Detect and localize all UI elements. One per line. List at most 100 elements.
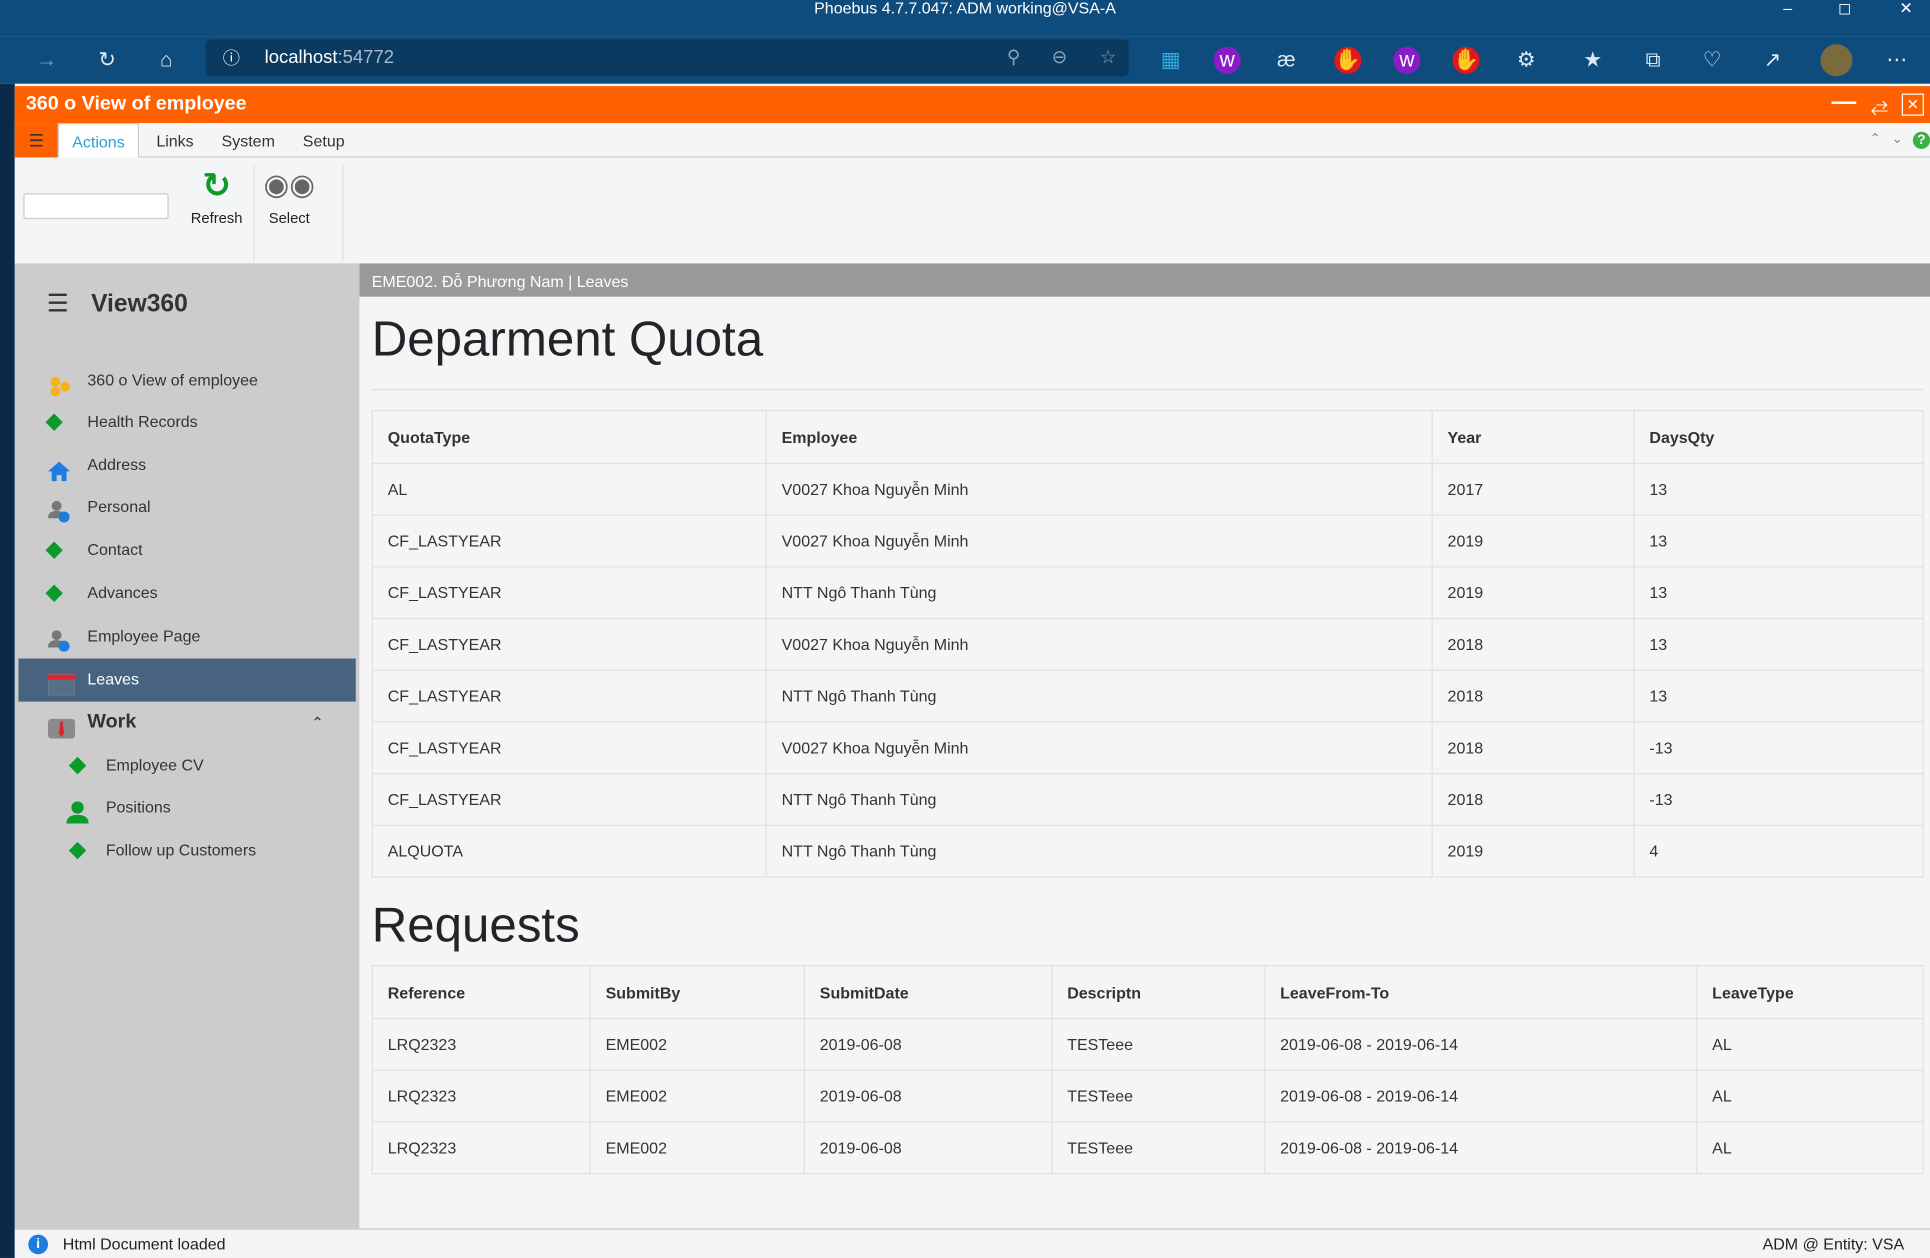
table-cell: ALQUOTA bbox=[371, 824, 767, 878]
favorites-icon[interactable]: ★ bbox=[1579, 47, 1606, 74]
column-header[interactable]: LeaveFrom-To bbox=[1264, 965, 1698, 1020]
table-row[interactable]: ALQUOTA NTT Ngô Thanh Tùng 2019 4 bbox=[371, 824, 1924, 878]
table-row[interactable]: AL V0027 Khoa Nguyễn Minh 2017 13 bbox=[371, 462, 1924, 516]
table-row[interactable]: CF_LASTYEAR NTT Ngô Thanh Tùng 2019 13 bbox=[371, 566, 1924, 620]
help-icon[interactable]: ? bbox=[1912, 131, 1930, 149]
close-window-button[interactable]: ✕ bbox=[1899, 0, 1912, 17]
sidebar-item-label: Personal bbox=[87, 497, 151, 516]
info-icon: i bbox=[28, 1234, 49, 1255]
sidebar-item-personal[interactable]: Personal bbox=[18, 486, 355, 528]
share-icon[interactable]: ↗ bbox=[1759, 47, 1786, 74]
sidebar-item-address[interactable]: Address bbox=[18, 444, 355, 486]
restore-icon[interactable]: ⥄ bbox=[1870, 86, 1888, 123]
extension-translate-icon[interactable]: ▦ bbox=[1157, 47, 1184, 74]
extensions-icon[interactable]: ⚙ bbox=[1513, 47, 1540, 74]
more-icon[interactable]: ⋯ bbox=[1883, 47, 1910, 74]
profile-avatar[interactable] bbox=[1820, 44, 1853, 77]
extension-stop-icon[interactable]: ✋ bbox=[1334, 46, 1362, 74]
user-icon bbox=[66, 798, 89, 824]
performance-icon[interactable]: ♡ bbox=[1699, 47, 1726, 74]
sidebar-item-label: Address bbox=[87, 455, 147, 474]
minimize-icon[interactable]: — bbox=[1832, 84, 1857, 121]
table-row[interactable]: CF_LASTYEAR NTT Ngô Thanh Tùng 2018 13 bbox=[371, 669, 1924, 723]
sidebar-item-label: Employee Page bbox=[87, 626, 201, 645]
suit-icon bbox=[48, 713, 76, 739]
sidebar-hamburger-icon[interactable]: ☰ bbox=[47, 288, 69, 319]
refresh-label: Refresh bbox=[190, 209, 243, 227]
table-cell: TESTeee bbox=[1051, 1069, 1266, 1123]
home-icon[interactable]: ⌂ bbox=[153, 47, 180, 74]
address-host: localhost bbox=[264, 46, 338, 68]
sidebar-group-work[interactable]: Work ⌃ bbox=[18, 702, 355, 744]
forward-icon[interactable]: → bbox=[33, 47, 60, 74]
favorite-add-icon[interactable]: ☆ bbox=[1100, 39, 1117, 76]
tab-setup[interactable]: Setup bbox=[303, 123, 345, 157]
zoom-out-icon[interactable]: ⊖ bbox=[1052, 39, 1067, 76]
chevron-up-icon[interactable]: ⌃ bbox=[311, 702, 323, 744]
table-cell: 2018 bbox=[1431, 669, 1635, 723]
chevron-up-icon[interactable]: ⌃ bbox=[1869, 130, 1880, 147]
main-content: EME002. Đỗ Phương Nam | Leaves Deparment… bbox=[359, 263, 1930, 1229]
column-header[interactable]: LeaveType bbox=[1696, 965, 1924, 1020]
table-cell: NTT Ngô Thanh Tùng bbox=[765, 566, 1433, 620]
minimize-button[interactable]: – bbox=[1783, 0, 1792, 17]
table-cell: EME002 bbox=[589, 1121, 806, 1175]
tab-system[interactable]: System bbox=[222, 123, 275, 157]
column-header[interactable]: QuotaType bbox=[371, 409, 767, 465]
reload-icon[interactable]: ↻ bbox=[94, 47, 121, 74]
table-row[interactable]: CF_LASTYEAR V0027 Khoa Nguyễn Minh 2018 13 bbox=[371, 617, 1924, 671]
ribbon-separator bbox=[253, 164, 255, 261]
sidebar-item-employee-page[interactable]: Employee Page bbox=[18, 615, 355, 657]
sidebar-item-follow-up-customers[interactable]: Follow up Customers bbox=[18, 830, 355, 872]
info-icon[interactable]: ⓘ bbox=[223, 39, 240, 76]
collections-icon[interactable]: ⧉ bbox=[1640, 47, 1667, 74]
table-cell: -13 bbox=[1633, 721, 1924, 775]
sidebar-item-contact[interactable]: Contact bbox=[18, 529, 355, 571]
maximize-button[interactable]: ◻ bbox=[1838, 0, 1851, 17]
ribbon-search-input[interactable] bbox=[23, 193, 169, 220]
close-icon[interactable]: ✕ bbox=[1901, 93, 1924, 116]
key-icon[interactable]: ⚲ bbox=[1007, 39, 1021, 76]
table-row[interactable]: LRQ2323 EME002 2019-06-08 TESTeee 2019-06-08… bbox=[371, 1017, 1924, 1071]
extension-stop2-icon[interactable]: ✋ bbox=[1452, 46, 1480, 74]
sidebar-item-positions[interactable]: Positions bbox=[18, 787, 355, 829]
refresh-button[interactable]: ↻ Refresh bbox=[181, 167, 252, 227]
sidebar-item-leaves[interactable]: Leaves bbox=[18, 658, 356, 702]
sidebar-item-employee-cv[interactable]: Employee CV bbox=[18, 745, 355, 787]
column-header[interactable]: Reference bbox=[371, 965, 591, 1020]
status-bar: i Html Document loaded ADM @ Entity: VSA bbox=[14, 1228, 1930, 1258]
table-cell: 2019-06-08 - 2019-06-14 bbox=[1264, 1017, 1698, 1071]
column-header[interactable]: Year bbox=[1431, 409, 1635, 465]
extension-w2-icon[interactable]: w bbox=[1393, 46, 1421, 74]
table-row[interactable]: CF_LASTYEAR V0027 Khoa Nguyễn Minh 2018 -13 bbox=[371, 721, 1924, 775]
table-row[interactable]: CF_LASTYEAR NTT Ngô Thanh Tùng 2018 -13 bbox=[371, 773, 1924, 826]
chevron-down-icon[interactable]: ⌄ bbox=[1892, 130, 1903, 147]
table-row[interactable]: LRQ2323 EME002 2019-06-08 TESTeee 2019-06-08… bbox=[371, 1121, 1924, 1175]
table-row[interactable]: CF_LASTYEAR V0027 Khoa Nguyễn Minh 2019 13 bbox=[371, 514, 1924, 568]
sidebar-item-health-records[interactable]: Health Records bbox=[18, 401, 355, 443]
table-cell: 13 bbox=[1633, 462, 1924, 516]
table-cell: V0027 Khoa Nguyễn Minh bbox=[765, 514, 1433, 568]
column-header[interactable]: Employee bbox=[765, 409, 1433, 465]
sidebar-item-advances[interactable]: Advances bbox=[18, 572, 355, 614]
table-row[interactable]: LRQ2323 EME002 2019-06-08 TESTeee 2019-06-08… bbox=[371, 1069, 1924, 1123]
sidebar-group-label: Work bbox=[87, 711, 137, 733]
table-cell: NTT Ngô Thanh Tùng bbox=[765, 824, 1433, 878]
sidebar-item-360-view[interactable]: 360 o View of employee bbox=[18, 359, 355, 401]
tab-actions[interactable]: Actions bbox=[57, 123, 140, 158]
tab-links[interactable]: Links bbox=[156, 123, 193, 157]
column-header[interactable]: DaysQty bbox=[1633, 409, 1924, 465]
quota-table: QuotaType Employee Year DaysQty AL V0027 Kho… bbox=[371, 409, 1924, 878]
column-header[interactable]: SubmitDate bbox=[803, 965, 1053, 1020]
column-header[interactable]: SubmitBy bbox=[589, 965, 806, 1020]
browser-toolbar: → ↻ ⌂ ⓘ localhost:54772 ⚲ ⊖ ☆ ▦ w æ ✋ w … bbox=[0, 36, 1930, 84]
table-cell: LRQ2323 bbox=[371, 1121, 591, 1175]
address-bar[interactable]: ⓘ localhost:54772 ⚲ ⊖ ☆ bbox=[205, 39, 1129, 77]
extension-w-icon[interactable]: w bbox=[1213, 46, 1241, 74]
hamburger-menu-icon[interactable]: ☰ bbox=[14, 123, 58, 158]
status-user-entity: ADM @ Entity: VSA bbox=[1762, 1234, 1905, 1254]
requests-heading: Requests bbox=[371, 898, 580, 953]
select-button[interactable]: ◉◉ Select bbox=[258, 167, 320, 227]
extension-ae-icon[interactable]: æ bbox=[1273, 47, 1300, 74]
column-header[interactable]: Descriptn bbox=[1051, 965, 1266, 1020]
